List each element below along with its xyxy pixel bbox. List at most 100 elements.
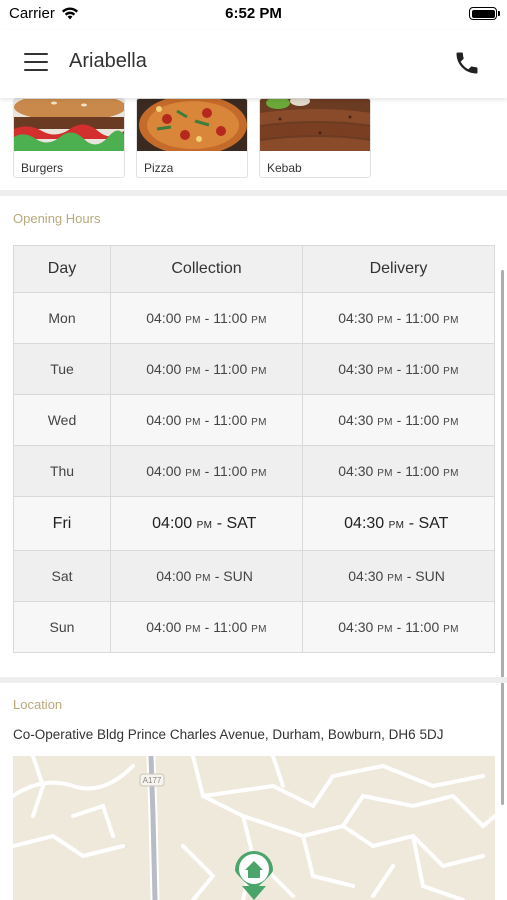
day-cell: Mon [13,292,111,344]
time-separator: - [392,619,406,635]
location-map[interactable]: A177 [13,756,495,900]
time-separator: - [200,361,214,377]
time-separator: - [392,361,406,377]
page-title: Ariabella [69,50,147,72]
time-suffix: PM [196,519,213,531]
day-cell: Fri [13,496,111,551]
time-start: 04:30 [338,361,374,377]
header-day: Day [13,245,111,293]
time-suffix: PM [185,624,201,635]
time-suffix: PM [185,315,201,326]
time-suffix: PM [388,519,405,531]
delivery-time-cell: 04:30 PM - 11:00 PM [302,343,495,395]
time-end: 11:00 [213,463,248,479]
delivery-time-cell: 04:30 PM - 11:00 PM [302,394,495,446]
hamburger-menu-icon[interactable] [24,53,48,73]
delivery-time-cell: 04:30 PM - SAT [302,496,495,551]
time-end: 11:00 [405,619,440,635]
time-start: 04:00 [156,568,192,584]
table-header-row: Day Collection Delivery [13,245,495,293]
time-suffix: PM [251,366,267,377]
table-row: Tue 04:00 PM - 11:00 PM 04:30 PM - 11:00 P… [13,343,495,395]
map-road-label: A177 [143,776,162,785]
time-separator: - [392,463,406,479]
time-suffix: PM [185,468,201,479]
battery-icon [469,7,500,20]
time-start: 04:30 [338,412,374,428]
location-address: Co-Operative Bldg Prince Charles Avenue,… [13,727,444,742]
time-suffix: PM [251,417,267,428]
opening-hours-table: Day Collection Delivery Mon 04:00 PM - 11… [13,245,495,653]
collection-time-cell: 04:00 PM - 11:00 PM [110,343,303,395]
map-roads: A177 [13,756,495,900]
delivery-time-cell: 04:30 PM - 11:00 PM [302,445,495,497]
category-card-kebab[interactable]: Kebab [259,98,371,178]
time-end: SAT [226,514,257,532]
time-end: 11:00 [213,361,248,377]
scrollbar[interactable] [501,270,504,805]
time-end: 11:00 [405,361,440,377]
time-separator: - [200,310,214,326]
time-separator: - [392,412,406,428]
time-end: 11:00 [405,412,440,428]
category-card-pizza[interactable]: Pizza [136,98,248,178]
time-separator: - [200,619,214,635]
time-end: SUN [415,568,445,584]
time-suffix: PM [185,366,201,377]
time-suffix: PM [443,417,459,428]
time-suffix: PM [251,468,267,479]
opening-hours-label: Opening Hours [13,211,101,226]
time-suffix: PM [443,468,459,479]
table-row: Fri 04:00 PM - SAT 04:30 PM - SAT [13,496,495,551]
collection-time-cell: 04:00 PM - 11:00 PM [110,601,303,653]
time-suffix: PM [251,315,267,326]
collection-time-cell: 04:00 PM - SUN [110,550,303,602]
table-row: Sat 04:00 PM - SUN 04:30 PM - SUN [13,550,495,602]
opening-hours-body: Mon 04:00 PM - 11:00 PM 04:30 PM - 11:00 P… [13,292,495,653]
status-bar: Carrier 6:52 PM [0,0,507,30]
pizza-image [137,99,247,155]
time-start: 04:30 [338,310,374,326]
table-row: Wed 04:00 PM - 11:00 PM 04:30 PM - 11:00 P… [13,394,495,446]
time-suffix: PM [443,624,459,635]
day-cell: Tue [13,343,111,395]
time-suffix: PM [185,417,201,428]
time-suffix: PM [251,624,267,635]
day-cell: Wed [13,394,111,446]
time-end: SAT [418,514,449,532]
time-start: 04:00 [146,361,182,377]
time-start: 04:00 [152,514,193,532]
time-separator: - [212,514,227,532]
time-start: 04:30 [338,463,374,479]
time-separator: - [404,514,419,532]
category-card-burgers[interactable]: Burgers [13,98,125,178]
time-suffix: PM [377,366,393,377]
table-row: Sun 04:00 PM - 11:00 PM 04:30 PM - 11:00 P… [13,601,495,653]
day-cell: Sun [13,601,111,653]
time-start: 04:30 [338,619,374,635]
location-label: Location [13,697,63,712]
time-end: 11:00 [213,412,248,428]
collection-time-cell: 04:00 PM - SAT [110,496,303,551]
day-cell: Sat [13,550,111,602]
time-start: 04:00 [146,310,182,326]
time-separator: - [200,412,214,428]
time-start: 04:30 [348,568,384,584]
table-row: Mon 04:00 PM - 11:00 PM 04:30 PM - 11:00 P… [13,292,495,344]
time-suffix: PM [377,624,393,635]
time-suffix: PM [377,468,393,479]
time-end: 11:00 [405,463,440,479]
delivery-time-cell: 04:30 PM - SUN [302,550,495,602]
category-label: Burgers [21,161,64,175]
collection-time-cell: 04:00 PM - 11:00 PM [110,394,303,446]
delivery-time-cell: 04:30 PM - 11:00 PM [302,292,495,344]
header-delivery: Delivery [302,245,495,293]
status-time: 6:52 PM [225,5,282,22]
collection-time-cell: 04:00 PM - 11:00 PM [110,445,303,497]
time-separator: - [210,568,224,584]
time-suffix: PM [443,366,459,377]
section-divider [0,677,507,683]
time-suffix: PM [387,573,403,584]
nav-bar: Ariabella [0,30,507,98]
phone-icon[interactable] [453,49,481,77]
